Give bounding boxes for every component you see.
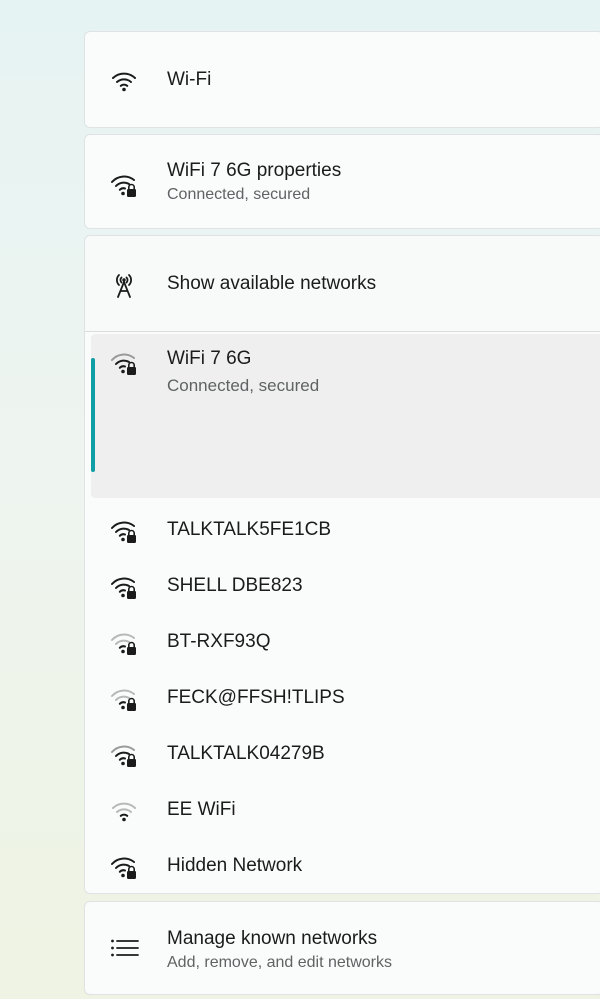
network-properties-card[interactable]: WiFi 7 6G properties Connected, secured: [84, 134, 600, 229]
wifi-secured-icon: [109, 628, 139, 658]
show-available-networks-label: Show available networks: [167, 273, 377, 294]
connected-network-name: WiFi 7 6G: [167, 348, 252, 369]
wifi-secured-icon: [109, 170, 139, 200]
connected-network-item[interactable]: WiFi 7 6G Connected, secured: [91, 334, 600, 498]
wifi-secured-icon: [109, 852, 139, 882]
selection-indicator: [91, 358, 95, 472]
network-item[interactable]: TALKTALK04279B: [85, 726, 600, 782]
wifi-secured-icon: [109, 348, 139, 378]
list-icon: [109, 933, 139, 963]
network-item[interactable]: TALKTALK5FE1CB: [85, 502, 600, 558]
antenna-icon: [109, 269, 139, 299]
wifi-secured-icon: [109, 684, 139, 714]
manage-known-networks-card[interactable]: Manage known networks Add, remove, and e…: [84, 901, 600, 995]
wifi-label: Wi-Fi: [167, 69, 212, 90]
network-name: BT-RXF93Q: [167, 631, 271, 652]
network-name: EE WiFi: [167, 799, 236, 820]
wifi-secured-icon: [109, 740, 139, 770]
network-name: Hidden Network: [167, 855, 303, 876]
wifi-secured-icon: [109, 516, 139, 546]
network-item[interactable]: Hidden Network: [85, 838, 600, 894]
manage-title: Manage known networks: [167, 928, 378, 949]
network-item[interactable]: SHELL DBE823: [85, 558, 600, 614]
wifi-secured-icon: [109, 572, 139, 602]
available-networks-card: Show available networks WiFi 7 6G Connec…: [84, 235, 600, 894]
network-item[interactable]: EE WiFi: [85, 782, 600, 838]
properties-title: WiFi 7 6G properties: [167, 160, 342, 181]
network-item[interactable]: BT-RXF93Q: [85, 614, 600, 670]
manage-subtitle: Add, remove, and edit networks: [167, 954, 393, 971]
show-available-networks-header[interactable]: Show available networks: [85, 236, 600, 332]
connected-network-status: Connected, secured: [167, 376, 320, 395]
network-name: TALKTALK04279B: [167, 743, 325, 764]
network-name: TALKTALK5FE1CB: [167, 519, 332, 540]
wifi-settings-card[interactable]: Wi-Fi: [84, 31, 600, 128]
network-item[interactable]: FECK@FFSH!TLIPS: [85, 670, 600, 726]
network-name: FECK@FFSH!TLIPS: [167, 687, 345, 708]
wifi-open-icon: [109, 796, 139, 826]
wifi-icon: [109, 66, 139, 96]
properties-status: Connected, secured: [167, 186, 311, 203]
network-name: SHELL DBE823: [167, 575, 303, 596]
